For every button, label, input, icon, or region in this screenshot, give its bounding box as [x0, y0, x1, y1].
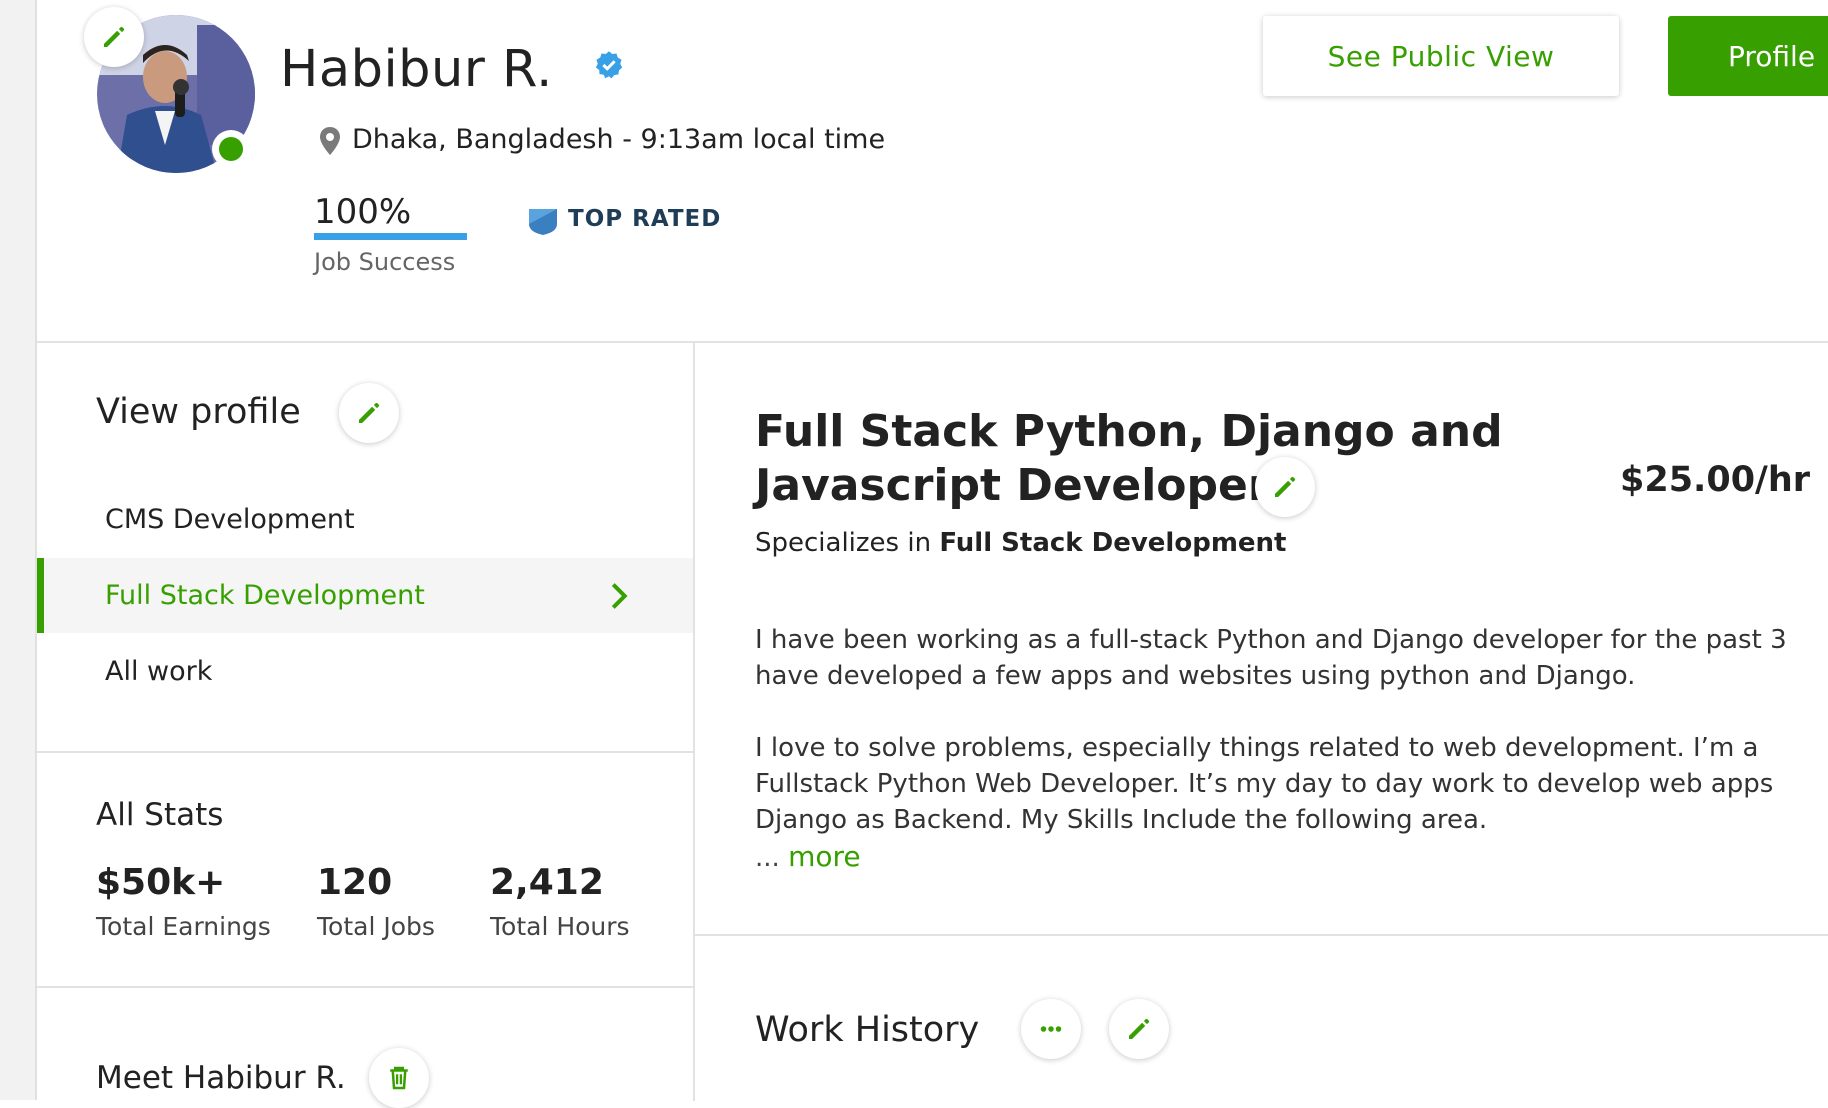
- sidebar-item-full-stack-development[interactable]: Full Stack Development: [37, 558, 693, 633]
- more-row: ... more: [755, 840, 861, 873]
- job-title: Full Stack Python, Django and Javascript…: [755, 405, 1515, 513]
- sidebar-item-all-work[interactable]: All work: [37, 634, 693, 709]
- stat-jobs-value: 120: [317, 862, 393, 903]
- stat-hours-label: Total Hours: [490, 912, 630, 941]
- chevron-right-icon: [611, 583, 628, 609]
- specializes-value: Full Stack Development: [939, 528, 1287, 558]
- header-divider: [37, 341, 1828, 343]
- verified-badge-icon: [595, 51, 623, 79]
- work-history-title: Work History: [755, 1010, 980, 1050]
- sidebar-item-cms-development[interactable]: CMS Development: [37, 482, 693, 557]
- description-line: Fullstack Python Web Developer. It’s my …: [755, 769, 1774, 799]
- location-city: Dhaka, Bangladesh: [352, 124, 614, 155]
- sidebar-divider-1: [37, 751, 693, 753]
- sidebar-item-label: Full Stack Development: [105, 580, 425, 611]
- sidebar-item-label: All work: [105, 656, 213, 687]
- trash-icon: [390, 1066, 408, 1090]
- view-profile-title: View profile: [96, 392, 301, 432]
- location-pin-icon: [320, 127, 340, 155]
- see-public-view-button[interactable]: See Public View: [1263, 16, 1619, 96]
- more-link[interactable]: more: [788, 840, 861, 873]
- stat-earnings-value: $50k+: [96, 862, 226, 903]
- edit-work-history-button[interactable]: [1109, 999, 1169, 1059]
- work-history-options-button[interactable]: [1021, 999, 1081, 1059]
- edit-photo-button[interactable]: [84, 7, 144, 67]
- stat-earnings-label: Total Earnings: [96, 912, 271, 941]
- main-divider: [695, 934, 1828, 936]
- profile-button[interactable]: Profile: [1668, 16, 1828, 96]
- top-rated-label: TOP RATED: [568, 206, 722, 232]
- meet-title: Meet Habibur R.: [96, 1060, 346, 1096]
- left-gutter: [0, 0, 37, 1100]
- pencil-icon: [1275, 476, 1296, 497]
- job-success-bar: [314, 233, 467, 240]
- job-success-value: 100%: [314, 192, 412, 232]
- sidebar-item-label: CMS Development: [105, 504, 355, 535]
- job-success-label: Job Success: [314, 248, 456, 276]
- specializes-text: Specializes in Full Stack Development: [755, 528, 1286, 558]
- hourly-rate: $25.00/hr: [1620, 460, 1811, 500]
- description-line: Django as Backend. My Skills Include the…: [755, 805, 1488, 835]
- description-line: I have been working as a full-stack Pyth…: [755, 625, 1787, 655]
- job-title-line-2: Javascript Developer: [755, 460, 1270, 511]
- description-line: have developed a few apps and websites u…: [755, 661, 1636, 691]
- pencil-icon: [359, 402, 380, 423]
- online-status-dot: [212, 130, 250, 168]
- edit-title-button[interactable]: [1255, 457, 1315, 517]
- stat-jobs-label: Total Jobs: [317, 912, 435, 941]
- local-time: - 9:13am local time: [622, 124, 886, 155]
- description-line: I love to solve problems, especially thi…: [755, 733, 1759, 763]
- job-title-line-1: Full Stack Python, Django and: [755, 406, 1503, 457]
- profile-name: Habibur R.: [280, 40, 553, 99]
- location-text: Dhaka, Bangladesh - 9:13am local time: [352, 124, 885, 155]
- pencil-icon: [104, 26, 125, 47]
- column-divider: [693, 341, 695, 1101]
- job-success-bar-fill: [314, 233, 467, 240]
- ellipsis: ...: [755, 843, 780, 873]
- pencil-icon: [1129, 1018, 1150, 1039]
- all-stats-title: All Stats: [96, 797, 224, 833]
- stat-hours-value: 2,412: [490, 862, 604, 903]
- top-rated-badge-icon: [529, 209, 557, 235]
- specializes-prefix: Specializes in: [755, 528, 932, 558]
- delete-video-button[interactable]: [369, 1048, 429, 1108]
- sidebar-divider-2: [37, 986, 693, 988]
- edit-view-profile-button[interactable]: [339, 383, 399, 443]
- more-dots-icon: [1040, 1026, 1062, 1032]
